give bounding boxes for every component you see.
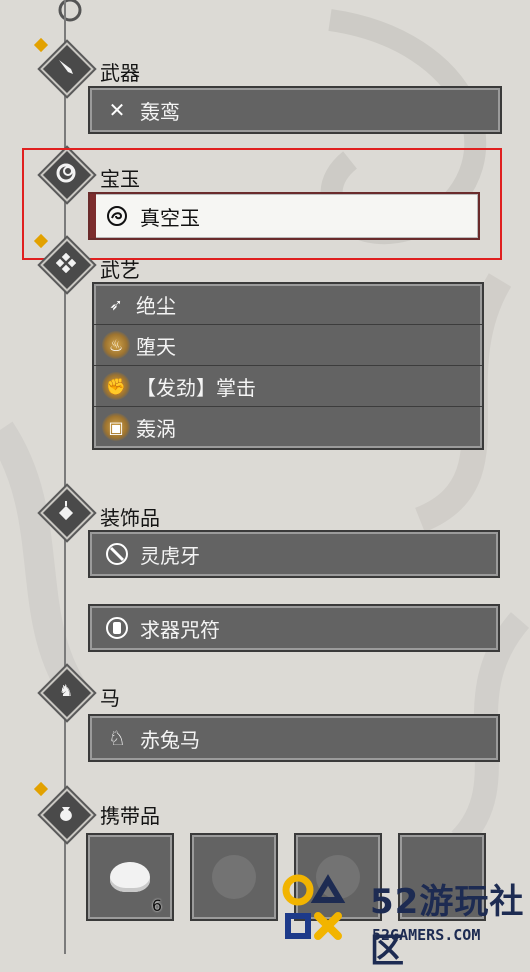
weapon-name: 轰鸾 — [140, 99, 180, 124]
vortex-icon: ▣ — [102, 413, 130, 441]
watermark-url: 52GAMERS.COM — [372, 926, 481, 944]
accessory-name: 灵虎牙 — [140, 543, 200, 568]
dash-icon: ➶ — [109, 294, 123, 314]
skill-item[interactable]: ▣ 轰涡 — [94, 407, 482, 447]
accessory-name: 求器咒符 — [140, 617, 220, 642]
skill-label: 堕天 — [136, 334, 176, 359]
horse-icon: ♞ — [58, 681, 74, 700]
watermark: 52游玩社区 52GAMERS.COM — [280, 868, 530, 971]
skill-item[interactable]: ✊ 【发劲】掌击 — [94, 366, 482, 407]
fist-icon: ✊ — [102, 372, 130, 400]
martial-skill-list: ➶ 绝尘 ♨ 堕天 ✊ 【发劲】掌击 ▣ 轰涡 — [92, 282, 484, 450]
amulet-icon — [47, 492, 85, 530]
flame-icon: ♨ — [102, 331, 130, 359]
skill-label: 【发劲】掌击 — [136, 375, 256, 400]
section-title-accessory: 装饰品 — [100, 506, 160, 530]
section-title-martial: 武艺 — [100, 258, 140, 282]
section-title-horse: 马 — [100, 686, 120, 710]
highlight-box — [22, 148, 502, 260]
horse-head-icon: ♘ — [108, 726, 126, 750]
item-slot[interactable]: 6 — [86, 833, 174, 921]
accessory-slot[interactable]: 求器咒符 — [88, 604, 500, 652]
talisman-icon — [102, 613, 132, 643]
item-slot[interactable] — [190, 833, 278, 921]
fang-icon — [102, 539, 132, 569]
horse-name: 赤兔马 — [140, 727, 200, 752]
pouch-icon — [47, 794, 85, 832]
sword-icon — [47, 48, 85, 86]
item-count: 6 — [151, 896, 162, 915]
weapon-slot[interactable]: ✕ 轰鸾 — [88, 86, 502, 134]
watermark-text: 52游玩社区 — [370, 882, 525, 971]
skill-item[interactable]: ♨ 堕天 — [94, 325, 482, 366]
bun-icon — [110, 862, 150, 892]
skill-label: 轰涡 — [136, 416, 176, 441]
empty-item-icon — [212, 855, 256, 899]
section-title-weapon: 武器 — [100, 61, 140, 85]
four-diamond-icon — [47, 244, 85, 282]
accessory-slot[interactable]: 灵虎牙 — [88, 530, 500, 578]
skill-label: 绝尘 — [136, 293, 176, 318]
section-title-carry: 携带品 — [100, 804, 160, 828]
crossed-axes-icon: ✕ — [108, 98, 126, 122]
controller-buttons-logo — [282, 874, 346, 940]
skill-item[interactable]: ➶ 绝尘 — [94, 284, 482, 325]
horse-slot[interactable]: ♘ 赤兔马 — [88, 714, 500, 762]
